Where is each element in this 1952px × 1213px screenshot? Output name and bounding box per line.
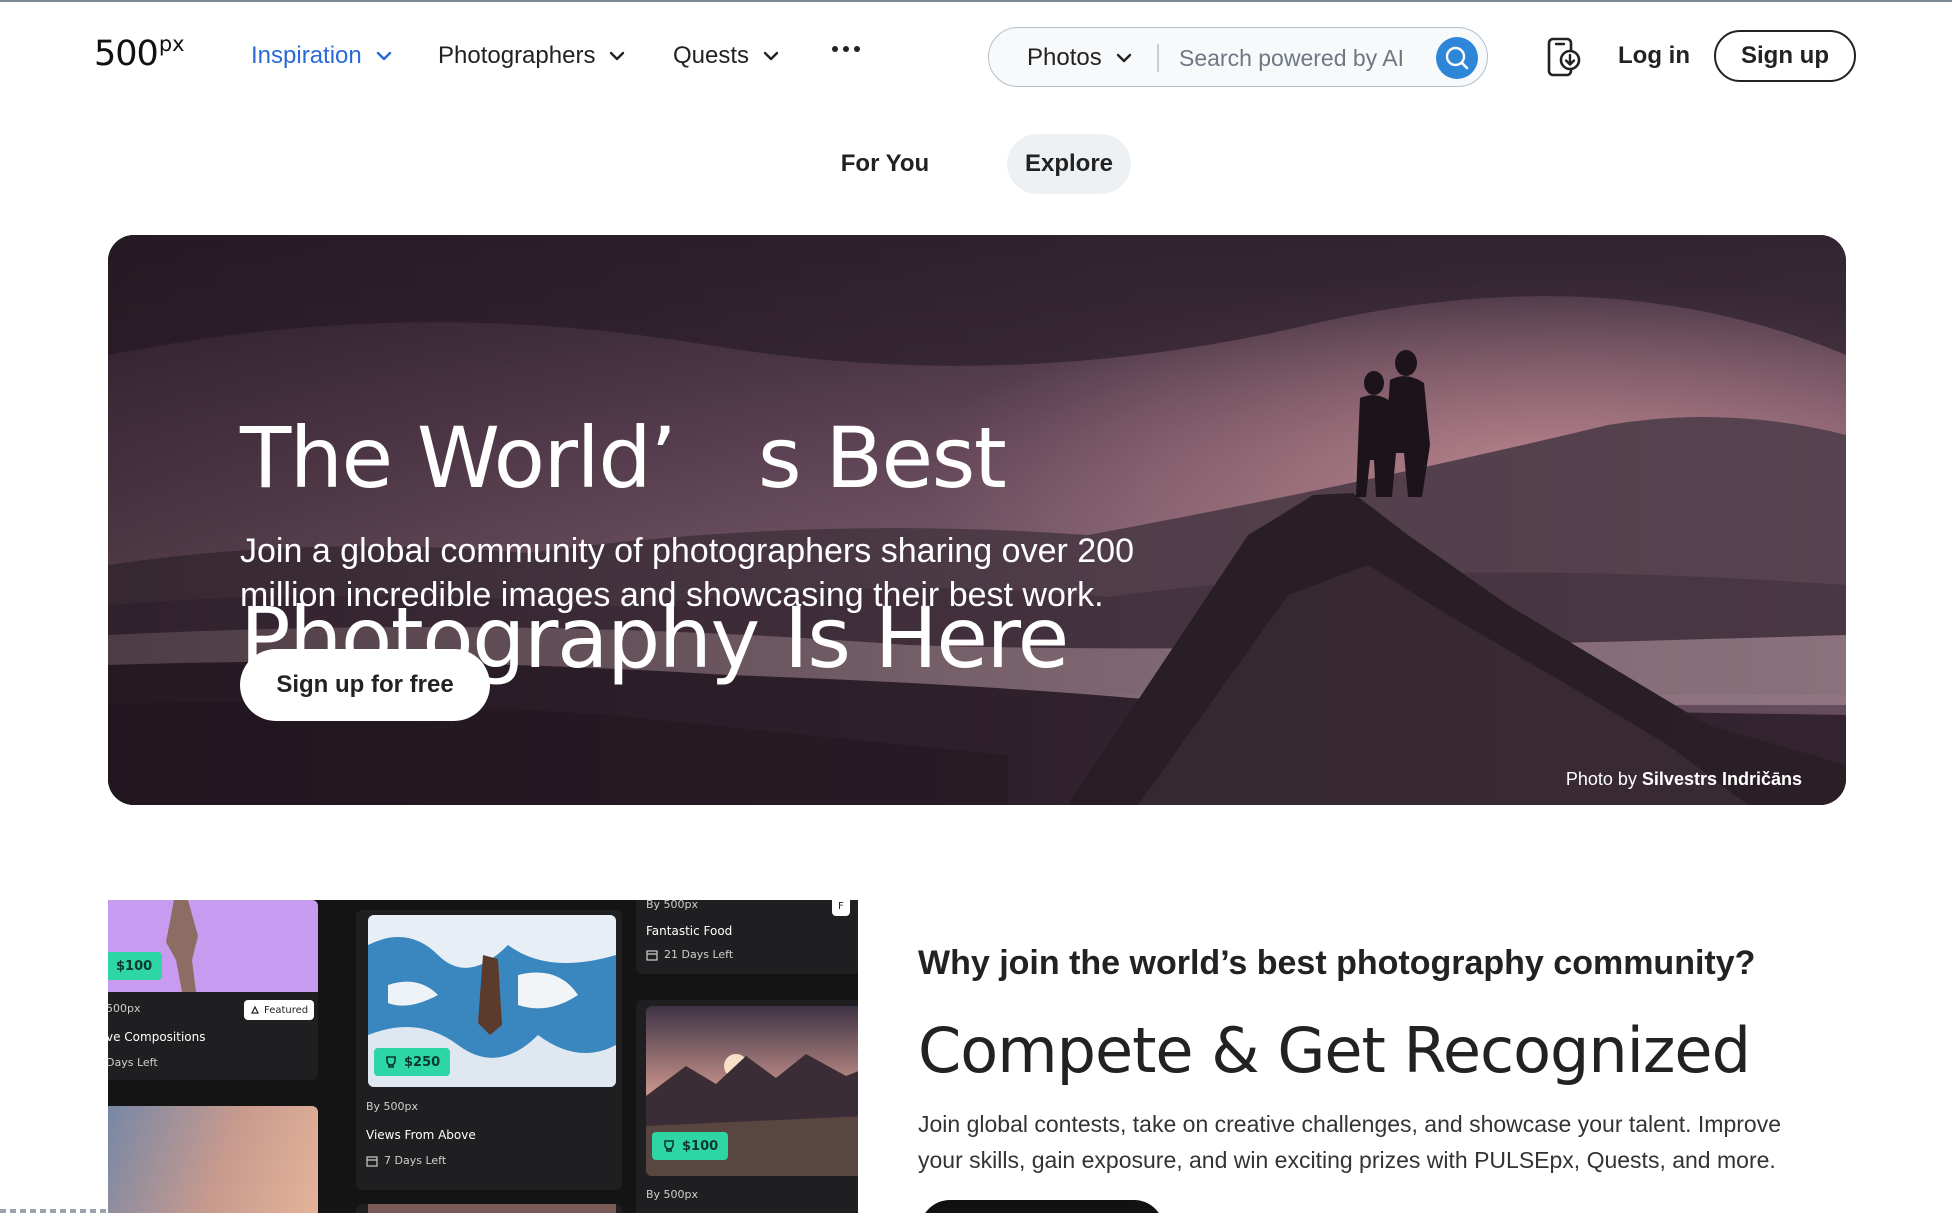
prize-amount: $250 <box>404 1054 441 1070</box>
prize-badge: $100 <box>652 1132 729 1160</box>
compete-description: Join global contests, take on creative c… <box>918 1106 1858 1178</box>
quest-card-days-left: Days Left <box>108 1056 158 1069</box>
signup-free-button[interactable]: Sign up for free <box>240 649 490 721</box>
search-input[interactable] <box>1179 38 1419 78</box>
more-dots-icon[interactable] <box>832 46 860 52</box>
photo-credit-prefix: Photo by <box>1565 769 1637 789</box>
nav-inspiration-label: Inspiration <box>251 42 362 69</box>
search-divider <box>1157 44 1159 72</box>
logo-500px[interactable]: 500px <box>94 32 185 74</box>
site-header: 500px Inspiration Photographers Quests P… <box>0 2 1952 108</box>
nav-quests-label: Quests <box>673 42 750 69</box>
search-scope-label: Photos <box>1027 44 1102 71</box>
nav-quests[interactable]: Quests <box>673 40 779 72</box>
hero-title-line-1: The World’ s Best <box>240 409 1007 507</box>
prize-badge: $250 <box>374 1048 451 1076</box>
trophy-icon <box>664 1140 674 1152</box>
photo-credit-author[interactable]: Silvestrs Indričāns <box>1642 769 1802 789</box>
logo-sup-text: px <box>158 32 185 56</box>
rocket-icon <box>251 1005 259 1014</box>
app-download-icon[interactable] <box>1546 36 1582 78</box>
quest-card-author: By 500px <box>646 1188 699 1201</box>
featured-label: Featured <box>264 1004 309 1016</box>
why-join-heading: Why join the world’s best photography co… <box>918 944 1756 982</box>
nav-photographers-label: Photographers <box>438 42 596 69</box>
hero-subtitle-line-1: Join a global community of photographers… <box>240 532 1134 570</box>
tab-for-you[interactable]: For You <box>820 134 950 194</box>
quest-card-author: 500px <box>108 1002 141 1015</box>
quest-card-author: By 500px <box>646 900 699 911</box>
page-bottom-edge <box>0 1209 108 1213</box>
chevron-down-icon <box>609 51 625 61</box>
compete-description-line-1: Join global contests, take on creative c… <box>918 1111 1781 1137</box>
compete-description-line-2: your skills, gain exposure, and win exci… <box>918 1147 1776 1173</box>
search-button[interactable] <box>1436 37 1478 79</box>
calendar-icon <box>366 1155 378 1167</box>
chevron-down-icon <box>763 51 779 61</box>
quest-card-fantastic-food: By 500px F Fantastic Food 21 Days Left <box>636 900 858 974</box>
featured-badge: F <box>832 900 850 916</box>
login-link[interactable]: Log in <box>1618 40 1690 72</box>
signup-button[interactable]: Sign up <box>1714 30 1856 82</box>
nav-inspiration[interactable]: Inspiration <box>251 40 392 72</box>
prize-badge: $100 <box>108 952 163 980</box>
quests-collage-image: $100 500px Featured ve Compositions Days… <box>108 900 858 1213</box>
compete-heading: Compete & Get Recognized <box>918 1014 1751 1087</box>
search-bar: Photos <box>988 27 1488 87</box>
quest-card-days-left: 21 Days Left <box>664 948 734 961</box>
quest-card-thumbnail <box>368 1204 616 1213</box>
calendar-icon <box>646 949 658 961</box>
compete-cta-button[interactable] <box>920 1200 1164 1213</box>
photo-credit: Photo by Silvestrs Indričāns <box>1566 769 1802 790</box>
quest-card-thumbnail <box>108 1106 318 1213</box>
trophy-icon <box>386 1056 396 1068</box>
prize-amount: $100 <box>116 958 153 974</box>
quest-card-compositions: $100 500px Featured ve Compositions Days… <box>108 900 318 1080</box>
quest-card-days-left: 7 Days Left <box>384 1154 447 1167</box>
tab-explore[interactable]: Explore <box>1007 134 1131 194</box>
prize-amount: $100 <box>682 1138 719 1154</box>
nav-photographers[interactable]: Photographers <box>438 40 625 72</box>
featured-badge: Featured <box>244 1000 315 1020</box>
logo-main-text: 500 <box>94 34 159 74</box>
quest-card-gradient <box>108 1106 318 1213</box>
quest-card-author: By 500px <box>366 1100 419 1113</box>
hero-subtitle-line-2: million incredible images and showcasing… <box>240 576 1104 614</box>
hero-subtitle: Join a global community of photographers… <box>240 529 1240 617</box>
search-scope-dropdown[interactable]: Photos <box>1027 28 1132 88</box>
quest-card-mountain-sunset: $100 By 500px <box>636 1000 858 1213</box>
quest-card-views-from-above: $250 By 500px Views From Above 7 Days Le… <box>356 910 622 1190</box>
hero-banner: The World’ s Best Photography Is Here Jo… <box>108 235 1846 805</box>
chevron-down-icon <box>1116 53 1132 63</box>
quest-card-title: Views From Above <box>366 1128 476 1142</box>
chevron-down-icon <box>376 51 392 61</box>
featured-label: F <box>838 900 844 912</box>
quest-card-title: Fantastic Food <box>646 924 733 938</box>
quest-card-title: ve Compositions <box>108 1030 206 1044</box>
quest-card-partial <box>356 1204 622 1213</box>
search-icon <box>1445 46 1469 70</box>
